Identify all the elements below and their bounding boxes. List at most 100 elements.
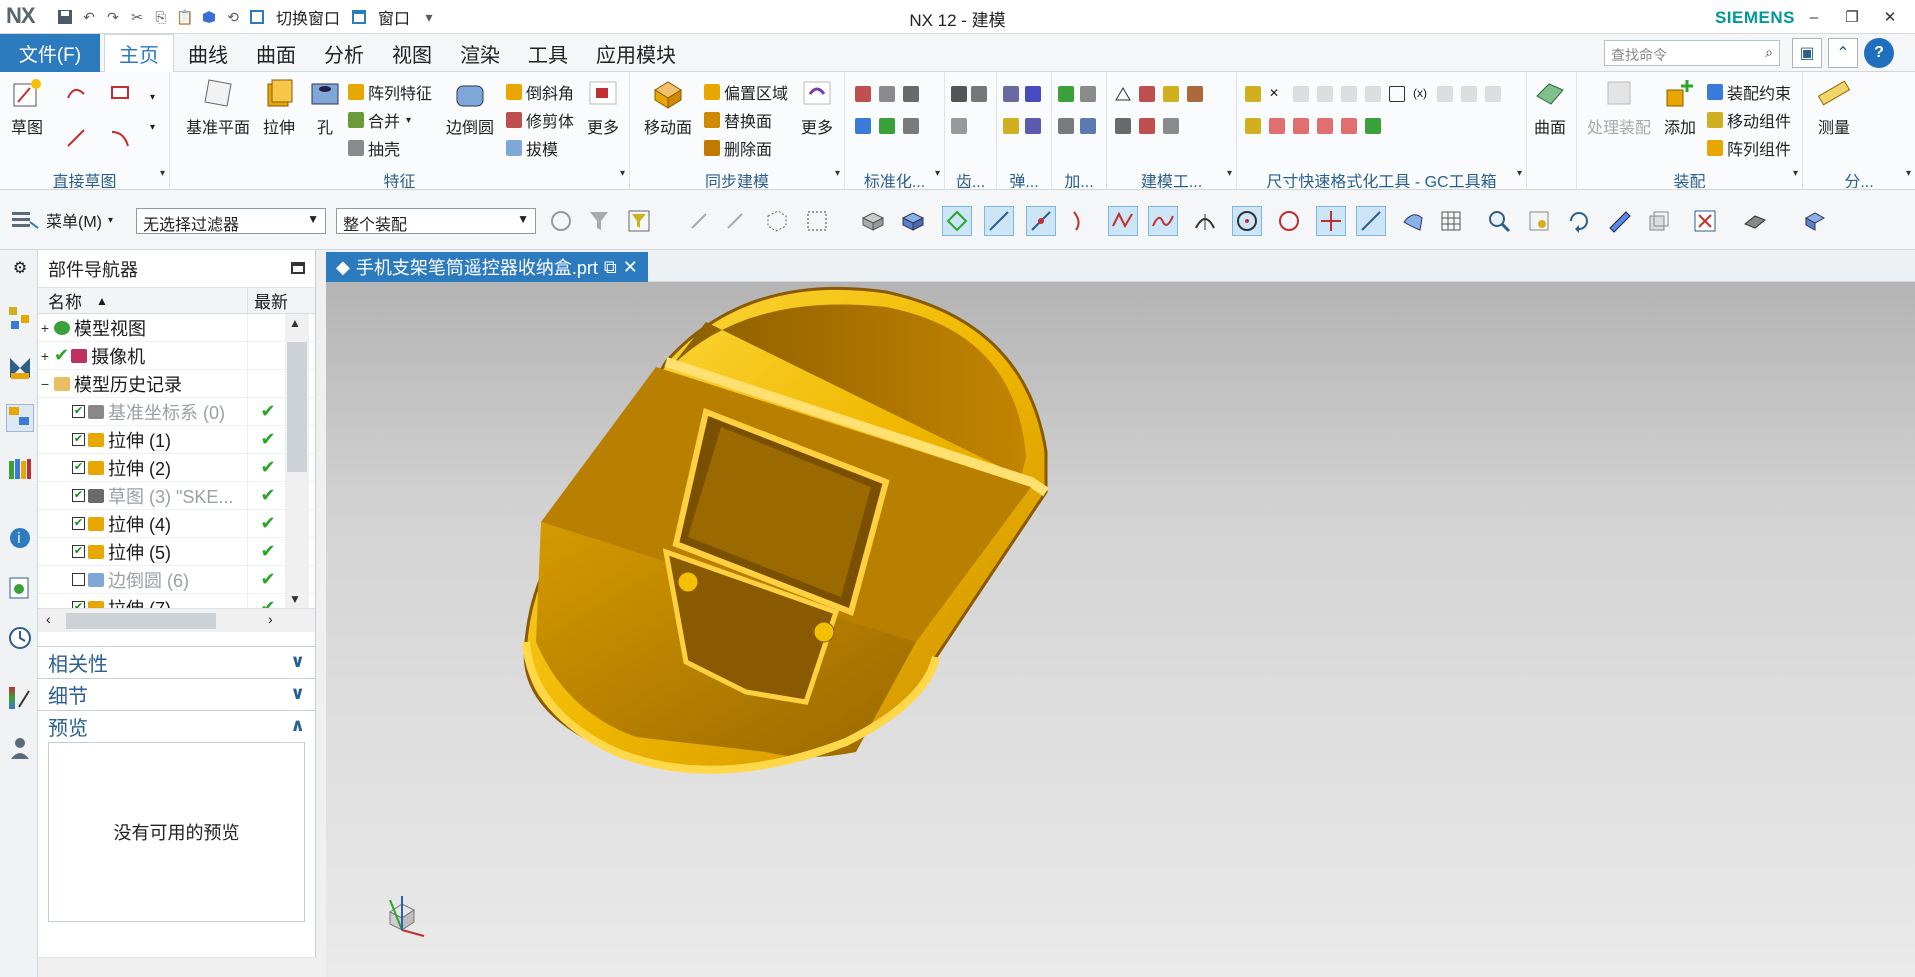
snap-intersection-icon[interactable] — [1316, 206, 1346, 236]
tab-tools[interactable]: 工具 — [514, 34, 582, 72]
feature-more-button[interactable]: 更多 — [586, 76, 620, 138]
tab-render[interactable]: 渲染 — [446, 34, 514, 72]
navigator-bottom-scrollbar[interactable] — [38, 957, 316, 977]
window-icon[interactable] — [350, 8, 368, 26]
preview-panel[interactable]: 预览 ∧ — [38, 710, 315, 742]
fit-view-icon[interactable] — [1690, 206, 1720, 236]
delete-face-button[interactable]: 删除面 — [704, 136, 772, 160]
snap-curve-icon[interactable] — [1066, 206, 1096, 236]
standard-part-icon[interactable] — [855, 86, 871, 102]
sketch-button[interactable]: 草图 — [10, 76, 44, 138]
dimension-icon[interactable]: (x) — [1413, 86, 1429, 102]
layer-icon[interactable] — [1800, 206, 1830, 236]
tree-row[interactable]: 边倒圆 (6) ✔ — [38, 566, 315, 594]
selection-filter-select[interactable]: 无选择过滤器 ▼ — [136, 208, 326, 234]
chamfer-button[interactable]: 倒斜角 — [506, 80, 574, 104]
tab-view[interactable]: 视图 — [378, 34, 446, 72]
snap-point-on-curve-icon[interactable] — [1356, 206, 1386, 236]
pattern-feature-button[interactable]: 阵列特征 — [348, 80, 432, 104]
visibility-checkbox[interactable]: ✔ — [72, 461, 85, 474]
solid-icon[interactable] — [898, 206, 928, 236]
restore-icon[interactable]: ❐ — [1835, 4, 1869, 30]
undock-icon[interactable]: ⧉ — [604, 257, 617, 278]
dimension-icon[interactable] — [1293, 86, 1309, 102]
snap-quadrant-icon[interactable] — [1274, 206, 1304, 236]
window-menu-button[interactable]: 窗口 — [378, 5, 410, 29]
dimension-icon[interactable] — [1365, 86, 1381, 102]
edge-blend-button[interactable]: 边倒圆 — [446, 76, 494, 138]
visibility-checkbox[interactable]: ✔ — [72, 405, 85, 418]
standard-part-icon[interactable] — [879, 86, 895, 102]
dimension-icon[interactable] — [1341, 118, 1357, 134]
add-icon[interactable] — [1080, 86, 1096, 102]
type-filter-icon[interactable] — [624, 206, 654, 236]
file-menu[interactable]: 文件(F) — [0, 34, 100, 72]
orient-view-icon[interactable] — [1604, 206, 1634, 236]
snap-control-point-icon[interactable] — [1108, 206, 1138, 236]
spring-icon[interactable] — [1025, 118, 1041, 134]
pan-icon[interactable] — [1524, 206, 1554, 236]
dimension-icon[interactable] — [1245, 118, 1261, 134]
tab-analysis[interactable]: 分析 — [310, 34, 378, 72]
reuse-library-icon[interactable] — [6, 454, 34, 482]
expand-icon[interactable]: + — [38, 348, 52, 364]
chevron-down-icon[interactable]: ▾ — [150, 122, 166, 138]
web-browser-icon[interactable]: i — [6, 524, 34, 552]
add-icon[interactable] — [1080, 118, 1096, 134]
line-icon[interactable] — [66, 128, 85, 147]
expand-icon[interactable]: + — [38, 320, 52, 336]
tool-icon[interactable] — [1115, 118, 1131, 134]
box-select-icon[interactable] — [762, 206, 792, 236]
measure-button[interactable]: 测量 — [1817, 76, 1851, 138]
visibility-checkbox[interactable]: ✔ — [72, 517, 85, 530]
repeat-command-icon[interactable]: ⟲ — [224, 8, 242, 26]
shell-button[interactable]: 抽壳 — [348, 136, 400, 160]
dimension-icon[interactable] — [1437, 86, 1453, 102]
surface-button[interactable]: 曲面 — [1533, 76, 1567, 138]
collapse-icon[interactable]: − — [38, 376, 52, 392]
gear-icon[interactable] — [951, 118, 967, 134]
gear-icon[interactable] — [951, 86, 967, 102]
move-component-button[interactable]: 移动组件 — [1707, 108, 1791, 132]
visibility-checkbox[interactable] — [72, 573, 85, 586]
minimize-icon[interactable]: – — [1797, 4, 1831, 30]
part-navigator-icon[interactable] — [6, 404, 34, 432]
settings-icon[interactable]: ⚙ — [6, 254, 34, 282]
column-latest[interactable]: 最新 — [248, 288, 298, 313]
dimension-icon[interactable] — [1293, 118, 1309, 134]
palette-icon[interactable] — [6, 684, 34, 712]
assembly-navigator-icon[interactable] — [6, 304, 34, 332]
snap-circle-center-icon[interactable] — [1232, 206, 1262, 236]
snap-spline-icon[interactable] — [1148, 206, 1178, 236]
scroll-right-icon[interactable]: › — [268, 611, 273, 627]
clock-icon[interactable] — [6, 624, 34, 652]
copy-icon[interactable]: ⎘ — [152, 8, 170, 26]
replace-face-button[interactable]: 替换面 — [704, 108, 772, 132]
rotate-icon[interactable] — [1564, 206, 1594, 236]
snap-icon[interactable] — [684, 206, 714, 236]
close-icon[interactable]: ✕ — [623, 257, 638, 278]
pattern-component-button[interactable]: 阵列组件 — [1707, 136, 1791, 160]
body-icon[interactable] — [858, 206, 888, 236]
close-icon[interactable]: ✕ — [1873, 4, 1907, 30]
rectangle-icon[interactable] — [110, 84, 129, 100]
tree-horizontal-scrollbar[interactable]: ‹ › — [38, 608, 315, 632]
display-mode-icon[interactable] — [1644, 206, 1674, 236]
help-icon[interactable]: ? — [1864, 38, 1894, 68]
scrollbar-thumb[interactable] — [287, 342, 307, 472]
gear-icon[interactable] — [971, 86, 987, 102]
standard-part-icon[interactable] — [855, 118, 871, 134]
snap-arc-center-icon[interactable] — [1190, 206, 1220, 236]
process-assembly-button[interactable]: 处理装配 — [1587, 76, 1651, 138]
tab-home[interactable]: 主页 — [104, 34, 174, 72]
dimension-icon[interactable] — [1485, 86, 1501, 102]
role-icon[interactable] — [6, 734, 34, 762]
extrude-button[interactable]: 拉伸 — [262, 76, 296, 138]
standard-part-icon[interactable] — [903, 86, 919, 102]
shading-icon[interactable] — [1740, 206, 1770, 236]
main-menu-button[interactable]: 菜单(M) ▾ — [10, 208, 113, 232]
scroll-down-icon[interactable]: ▼ — [289, 592, 301, 606]
standard-part-icon[interactable] — [879, 118, 895, 134]
dimension-icon[interactable] — [1317, 118, 1333, 134]
tree-row[interactable]: ✔ 拉伸 (5) ✔ — [38, 538, 315, 566]
